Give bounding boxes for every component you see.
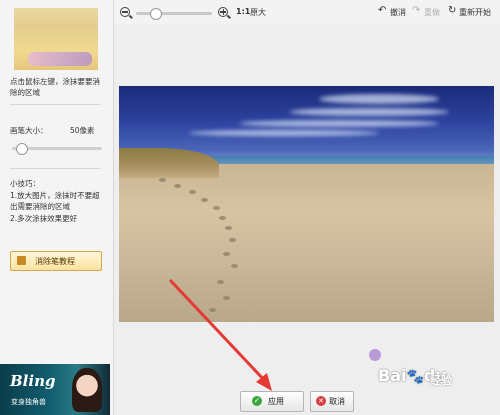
arrow-shaft bbox=[168, 278, 268, 384]
watermark-suffix: 经验 bbox=[430, 374, 452, 387]
cancel-button[interactable]: ✕ 取消 bbox=[310, 391, 354, 412]
cancel-label: 取消 bbox=[329, 397, 345, 406]
paw-icon: 🐾 bbox=[406, 369, 424, 385]
apply-label: 应用 bbox=[268, 397, 284, 406]
apply-button[interactable]: ✓ 应用 bbox=[240, 391, 304, 412]
close-icon: ✕ bbox=[316, 396, 326, 406]
watermark-brand: Bai bbox=[378, 366, 407, 385]
red-annotation-arrow bbox=[168, 278, 272, 391]
check-icon: ✓ bbox=[252, 396, 262, 406]
